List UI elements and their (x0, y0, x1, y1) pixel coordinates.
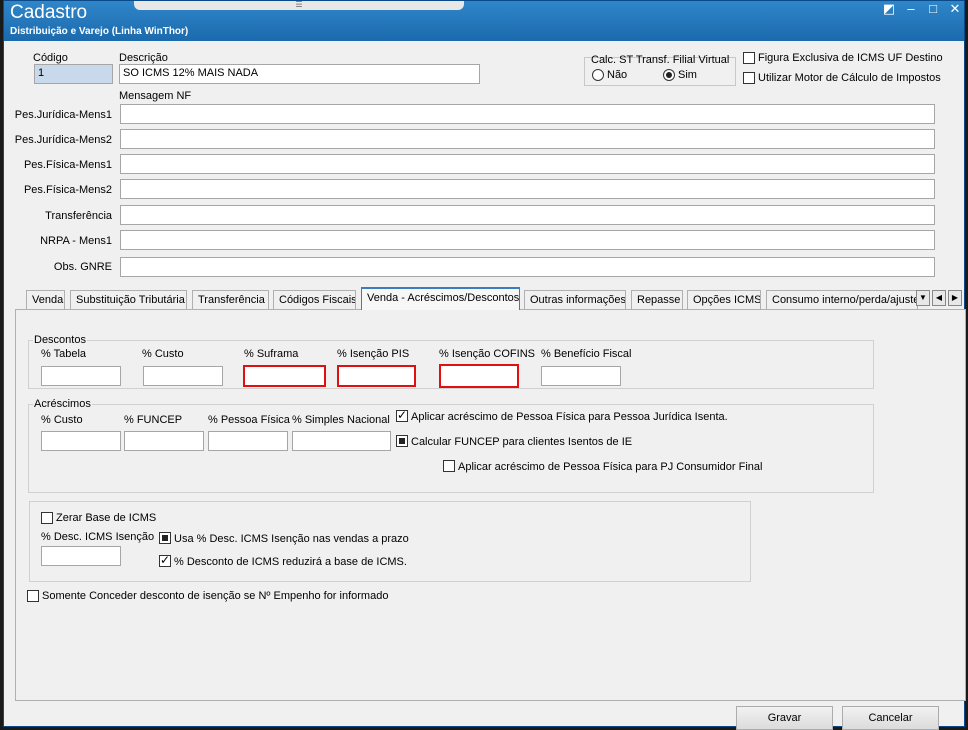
desc-isencao-cofins-input[interactable] (439, 364, 519, 388)
msg-input-gnre[interactable] (120, 257, 935, 277)
tab-venda[interactable]: Venda (26, 290, 65, 309)
desc-suframa-input[interactable] (243, 365, 326, 387)
zerar-base-icms-checkbox[interactable] (41, 512, 53, 524)
radio-nao[interactable] (592, 69, 604, 81)
acr-custo-label: % Custo (41, 414, 83, 426)
minimize-icon[interactable]: – (901, 2, 921, 16)
mensagem-nf-label: Mensagem NF (119, 90, 192, 102)
msg-label-pf1: Pes.Física-Mens1 (23, 159, 112, 171)
tab-transferencia[interactable]: Transferência (192, 290, 269, 309)
msg-label-pj1: Pes.Jurídica-Mens1 (14, 109, 112, 121)
somente-conceder-label: Somente Conceder desconto de isenção se … (42, 590, 389, 602)
calcular-funcep-label: Calcular FUNCEP para clientes Isentos de… (411, 436, 633, 448)
maximize-icon[interactable]: □ (923, 2, 943, 16)
tab-venda-acrescimos-descontos[interactable]: Venda - Acréscimos/Descontos (361, 287, 520, 310)
desc-isencao-cofins-label: % Isenção COFINS (439, 348, 535, 360)
title-bar: Cadastro Distribuição e Varejo (Linha Wi… (4, 1, 964, 41)
acr-simples-label: % Simples Nacional (292, 414, 390, 426)
desc-isencao-pis-input[interactable] (337, 365, 416, 387)
codigo-input[interactable]: 1 (34, 64, 113, 84)
desc-isencao-pis-label: % Isenção PIS (337, 348, 410, 360)
desc-suframa-label: % Suframa (244, 348, 299, 360)
desc-tabela-label: % Tabela (41, 348, 87, 360)
desc-custo-input[interactable] (143, 366, 223, 386)
radio-nao-label: Não (607, 69, 628, 81)
msg-input-pj1[interactable] (120, 104, 935, 124)
tab-next-icon[interactable]: ▶ (948, 290, 962, 306)
usa-desc-icms-checkbox[interactable] (159, 532, 171, 544)
msg-label-pf2: Pes.Física-Mens2 (23, 184, 112, 196)
reduzira-base-checkbox[interactable] (159, 553, 171, 567)
descontos-title: Descontos (33, 334, 87, 346)
window-subtitle: Distribuição e Varejo (Linha WinThor) (10, 26, 189, 37)
calcular-funcep-checkbox[interactable] (396, 435, 408, 447)
motor-calculo-label: Utilizar Motor de Cálculo de Impostos (758, 72, 941, 84)
tab-prev-icon[interactable]: ◀ (932, 290, 946, 306)
tab-codigos-fiscais[interactable]: Códigos Fiscais (273, 290, 356, 309)
tab-consumo-interno[interactable]: Consumo interno/perda/ajuste (766, 290, 918, 309)
aplicar-pj-consumidor-checkbox[interactable] (443, 460, 455, 472)
radio-sim-label: Sim (678, 69, 697, 81)
tab-dropdown-icon[interactable]: ▼ (916, 290, 930, 306)
figura-exclusiva-checkbox[interactable] (743, 52, 755, 64)
tab-repasse[interactable]: Repasse (631, 290, 683, 309)
msg-label-pj2: Pes.Jurídica-Mens2 (14, 134, 112, 146)
codigo-label: Código (33, 52, 68, 64)
cadastro-window: Cadastro Distribuição e Varejo (Linha Wi… (3, 0, 966, 730)
desc-icms-isencao-label: % Desc. ICMS Isenção (41, 531, 155, 543)
motor-calculo-checkbox[interactable] (743, 72, 755, 84)
radio-sim[interactable] (663, 69, 675, 81)
somente-conceder-checkbox[interactable] (27, 590, 39, 602)
msg-input-pf1[interactable] (120, 154, 935, 174)
figura-exclusiva-label: Figura Exclusiva de ICMS UF Destino (758, 52, 943, 64)
tab-opcoes-icms[interactable]: Opções ICMS (687, 290, 761, 309)
msg-label-transferencia: Transferência (45, 210, 112, 222)
restore-icon[interactable]: ◩ (879, 2, 899, 16)
desc-beneficio-input[interactable] (541, 366, 621, 386)
aplicar-pj-isenta-checkbox[interactable] (396, 408, 408, 422)
msg-input-pj2[interactable] (120, 129, 935, 149)
desc-icms-isencao-input[interactable] (41, 546, 121, 566)
acr-funcep-label: % FUNCEP (124, 414, 183, 426)
zerar-base-icms-label: Zerar Base de ICMS (56, 512, 157, 524)
cancelar-button[interactable]: Cancelar (842, 706, 939, 730)
acr-pessoa-fisica-label: % Pessoa Física (208, 414, 290, 426)
acr-simples-input[interactable] (292, 431, 391, 451)
msg-input-nrpa[interactable] (120, 230, 935, 250)
descricao-input[interactable]: SO ICMS 12% MAIS NADA (119, 64, 480, 84)
acr-pessoa-fisica-input[interactable] (208, 431, 288, 451)
msg-label-nrpa: NRPA - Mens1 (40, 235, 112, 247)
desc-custo-label: % Custo (142, 348, 184, 360)
msg-input-transferencia[interactable] (120, 205, 935, 225)
desc-beneficio-label: % Benefício Fiscal (541, 348, 632, 360)
aplicar-pj-consumidor-label: Aplicar acréscimo de Pessoa Física para … (458, 461, 763, 473)
drag-grip-icon[interactable]: ☰ (134, 1, 464, 10)
acrescimos-title: Acréscimos (33, 398, 92, 410)
acr-funcep-input[interactable] (124, 431, 204, 451)
desc-tabela-input[interactable] (41, 366, 121, 386)
usa-desc-icms-label: Usa % Desc. ICMS Isenção nas vendas a pr… (174, 533, 409, 545)
tab-outras-informacoes[interactable]: Outras informações (524, 290, 626, 309)
msg-input-pf2[interactable] (120, 179, 935, 199)
reduzira-base-label: % Desconto de ICMS reduzirá a base de IC… (174, 556, 407, 568)
descricao-label: Descrição (119, 52, 168, 64)
tab-substituicao-tributaria[interactable]: Substituição Tributária (70, 290, 187, 309)
calc-st-label: Calc. ST Transf. Filial Virtual (591, 54, 730, 66)
close-icon[interactable]: ✕ (945, 2, 965, 16)
acr-custo-input[interactable] (41, 431, 121, 451)
aplicar-pj-isenta-label: Aplicar acréscimo de Pessoa Física para … (411, 411, 728, 423)
msg-label-gnre: Obs. GNRE (53, 261, 112, 273)
gravar-button[interactable]: Gravar (736, 706, 833, 730)
window-title: Cadastro (10, 2, 88, 23)
